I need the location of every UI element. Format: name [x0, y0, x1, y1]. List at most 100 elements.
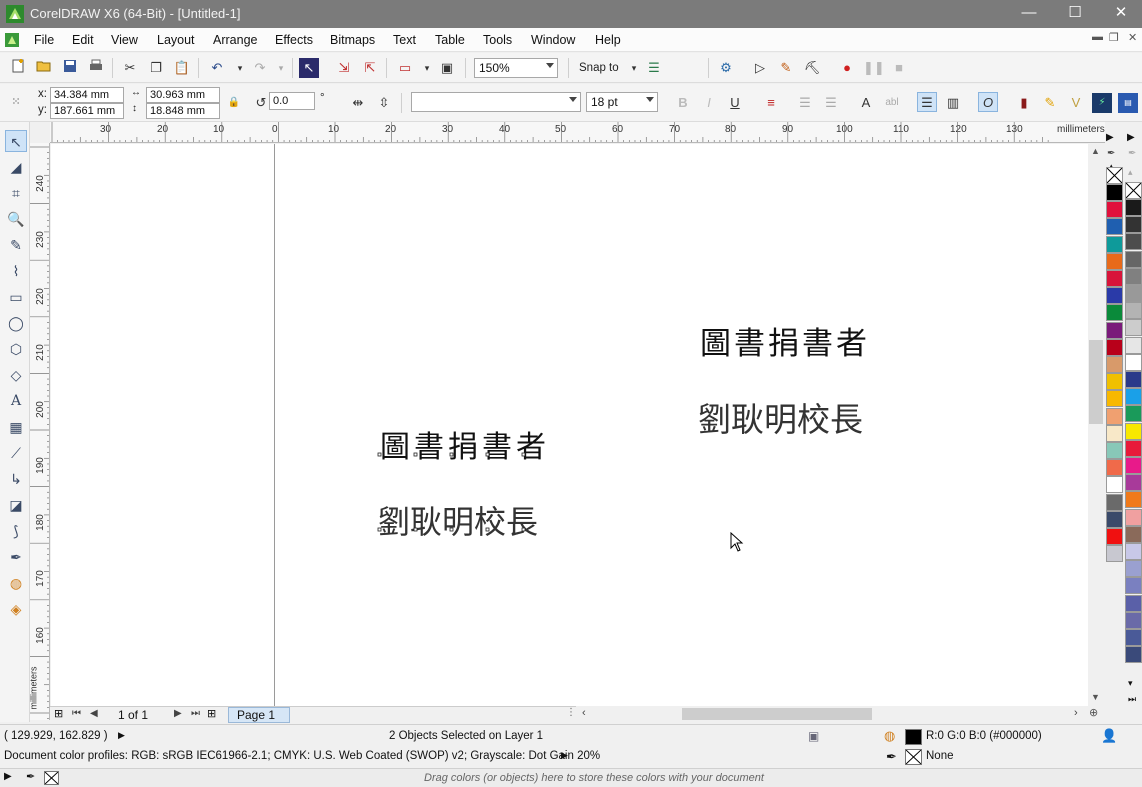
add-page-after-icon[interactable]: ⊞	[207, 707, 216, 720]
book-icon[interactable]: ▮	[1014, 93, 1034, 113]
palette-scroll-up-icon[interactable]: ▴	[1128, 167, 1133, 178]
menu-window[interactable]: Window	[531, 33, 575, 47]
rotation-field[interactable]: 0.0	[269, 92, 315, 110]
color-swatch[interactable]	[1106, 442, 1123, 459]
record-icon[interactable]: ●	[837, 58, 857, 78]
application-launcher-icon[interactable]: ⚙	[716, 58, 736, 78]
splitter-icon[interactable]: ⋮	[566, 707, 576, 718]
first-page-icon[interactable]: ⏮	[72, 708, 81, 719]
copy-icon[interactable]: ❐	[146, 58, 166, 78]
horizontal-scroll-thumb[interactable]	[682, 708, 872, 720]
options-icon[interactable]: ☰	[644, 58, 664, 78]
corel-v-icon[interactable]: V	[1066, 93, 1086, 113]
redo-icon[interactable]: ↷	[250, 58, 270, 78]
blend-tool-icon[interactable]: ◪	[5, 494, 27, 516]
eyedropper-tool-icon[interactable]: ⟆	[5, 520, 27, 542]
color-swatch[interactable]	[1125, 302, 1142, 320]
eyedropper-icon[interactable]: ✒	[26, 770, 35, 783]
color-swatch[interactable]	[1125, 525, 1142, 543]
ellipse-tool-icon[interactable]: ◯	[5, 312, 27, 334]
freehand-tool-icon[interactable]: ✎	[5, 234, 27, 256]
palette-menu-icon[interactable]: ▶	[1106, 132, 1114, 143]
zoom-combo[interactable]: 150%	[474, 58, 558, 78]
color-swatch[interactable]	[1125, 491, 1142, 509]
text-properties-icon[interactable]: A	[856, 93, 876, 113]
color-swatch[interactable]	[1125, 543, 1142, 560]
print-icon[interactable]	[86, 58, 106, 78]
color-swatch[interactable]	[1106, 201, 1123, 219]
color-swatch[interactable]	[1106, 235, 1123, 253]
last-page-icon[interactable]: ⏭	[191, 708, 200, 719]
color-swatch[interactable]	[1125, 353, 1142, 371]
cut-icon[interactable]: ✂	[120, 58, 140, 78]
macro-editor-icon[interactable]: ✎	[776, 58, 796, 78]
font-size-combo[interactable]: 18 pt	[586, 92, 658, 112]
color-swatch[interactable]	[1125, 629, 1142, 646]
crop-tool-icon[interactable]: ⌗	[5, 182, 27, 204]
color-swatch[interactable]	[1125, 267, 1142, 285]
dimension-tool-icon[interactable]: ⟋	[5, 442, 27, 464]
corel-connect-icon[interactable]: ⛏	[802, 58, 822, 78]
profiles-expand-icon[interactable]: ▶	[561, 750, 568, 761]
menu-text[interactable]: Text	[393, 33, 416, 47]
color-swatch[interactable]	[1125, 594, 1142, 612]
color-swatch[interactable]	[1106, 356, 1123, 373]
doc-close-icon[interactable]: ✕	[1128, 31, 1137, 44]
color-swatch[interactable]	[1125, 371, 1142, 388]
export-icon[interactable]: ⇱	[360, 58, 380, 78]
color-swatch[interactable]	[1125, 233, 1142, 251]
color-swatch[interactable]	[1106, 287, 1123, 305]
undo-dropdown-icon[interactable]: ▾	[230, 58, 250, 78]
no-color-swatch[interactable]	[1125, 182, 1142, 199]
scroll-left-icon[interactable]: ‹	[582, 707, 586, 719]
color-swatch[interactable]	[1125, 439, 1142, 457]
edit-text-icon[interactable]: abl	[882, 93, 902, 113]
color-swatch[interactable]	[1106, 184, 1123, 201]
color-swatch[interactable]	[1106, 545, 1123, 563]
eyedropper-icon[interactable]: ✒	[1128, 148, 1136, 159]
color-swatch[interactable]	[1106, 252, 1123, 270]
drawing-canvas[interactable]	[51, 144, 1088, 706]
color-swatch[interactable]	[1125, 560, 1142, 578]
prev-page-icon[interactable]: ◀	[90, 708, 98, 719]
import-icon[interactable]: ⇲	[334, 58, 354, 78]
color-swatch[interactable]	[1125, 285, 1142, 302]
page-tab[interactable]: Page 1	[228, 707, 291, 723]
pencil-icon[interactable]: ✎	[1040, 93, 1060, 113]
color-swatch[interactable]	[1125, 319, 1142, 337]
vertical-text-icon[interactable]: ▥	[943, 93, 963, 113]
color-swatch[interactable]	[1106, 528, 1123, 545]
zoom-navigator-icon[interactable]: ⊕	[1089, 706, 1098, 719]
add-page-icon[interactable]: ⊞	[54, 707, 63, 720]
interactive-opentype-icon[interactable]: O	[978, 92, 998, 112]
menu-file[interactable]: File	[34, 33, 54, 47]
menu-edit[interactable]: Edit	[72, 33, 94, 47]
scroll-right-icon[interactable]: ›	[1074, 707, 1078, 719]
redo-dropdown-icon[interactable]: ▾	[271, 58, 291, 78]
color-swatch[interactable]	[1125, 388, 1142, 406]
palette-menu-icon[interactable]: ▶	[1127, 132, 1135, 143]
object-origin-icon[interactable]: ⁙	[6, 92, 26, 112]
menu-help[interactable]: Help	[595, 33, 621, 47]
bold-icon[interactable]: B	[673, 93, 693, 113]
color-swatch[interactable]	[1125, 216, 1142, 234]
color-swatch[interactable]	[1125, 474, 1142, 492]
pause-icon[interactable]: ❚❚	[863, 58, 885, 78]
close-button[interactable]: ✕	[1098, 0, 1142, 28]
doc-minimize-icon[interactable]: ▬	[1092, 31, 1103, 43]
color-swatch[interactable]	[1125, 336, 1142, 354]
basic-shapes-tool-icon[interactable]: ◇	[5, 364, 27, 386]
publish-pdf-icon[interactable]: ▭	[395, 58, 415, 78]
color-swatch[interactable]	[1125, 508, 1142, 526]
snap-to-button[interactable]: Snap to	[579, 62, 619, 74]
color-swatch[interactable]	[1125, 457, 1142, 474]
undo-icon[interactable]: ↶	[207, 58, 227, 78]
text-tool-icon[interactable]: A	[5, 390, 27, 412]
palette-scroll-down-icon[interactable]: ▾	[1128, 678, 1133, 689]
menu-layout[interactable]: Layout	[157, 33, 195, 47]
pick-tool-icon[interactable]: ↖	[5, 130, 27, 152]
shape-tool-icon[interactable]: ◢	[5, 156, 27, 178]
polygon-tool-icon[interactable]: ⬡	[5, 338, 27, 360]
smart-fill-tool-icon[interactable]: ⌇	[5, 260, 27, 282]
color-proof-icon[interactable]: ▣	[808, 729, 819, 743]
